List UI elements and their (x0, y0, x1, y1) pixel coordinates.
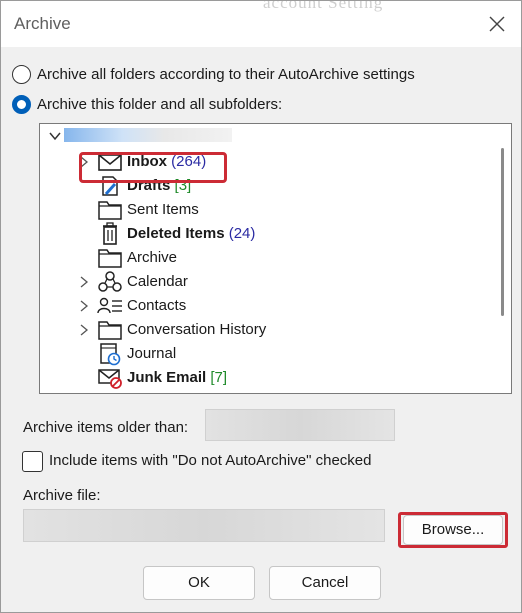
archive-file-path-field[interactable] (23, 509, 385, 542)
tree-item-calendar[interactable]: Calendar (40, 270, 500, 294)
tree-item-label: Deleted Items (24) (127, 225, 256, 242)
include-do-not-autoarchive-checkbox[interactable] (22, 451, 43, 472)
browse-button[interactable]: Browse... (403, 515, 503, 545)
close-icon (489, 16, 505, 32)
chevron-down-icon[interactable] (48, 129, 62, 143)
tree-item-contacts[interactable]: Contacts (40, 294, 500, 318)
folder-icon (98, 201, 122, 220)
chevron-right-icon[interactable] (78, 323, 90, 337)
folder-icon (98, 321, 122, 340)
calendar-icon (98, 271, 122, 292)
cancel-button[interactable]: Cancel (269, 566, 381, 600)
chevron-right-icon[interactable] (78, 299, 90, 313)
contacts-icon (97, 297, 122, 314)
account-name-redacted (64, 128, 232, 142)
dialog-title: Archive (14, 14, 71, 33)
tree-item-deleted-items[interactable]: Deleted Items (24) (40, 222, 500, 246)
tree-item-conversation-history[interactable]: Conversation History (40, 318, 500, 342)
trash-icon (103, 222, 117, 245)
archive-file-label: Archive file: (23, 487, 101, 504)
tree-item-journal[interactable]: Journal (40, 342, 500, 366)
archive-all-option[interactable]: Archive all folders according to their A… (12, 65, 415, 84)
tree-item-sent-items[interactable]: Sent Items (40, 198, 500, 222)
draft-pencil-icon (102, 176, 118, 196)
tree-item-inbox[interactable]: Inbox (264) (40, 150, 500, 174)
archive-all-label: Archive all folders according to their A… (37, 66, 415, 83)
close-button[interactable] (483, 10, 511, 38)
tree-item-label: Journal (127, 345, 177, 362)
tree-item-label: Drafts [3] (127, 177, 192, 194)
archive-older-label: Archive items older than: (23, 419, 189, 436)
folder-tree[interactable]: Inbox (264) Drafts [3] Sent Items Delete… (39, 123, 512, 394)
include-do-not-autoarchive-label: Include items with "Do not AutoArchive" … (49, 452, 372, 469)
tree-root-account[interactable] (48, 126, 62, 146)
envelope-icon (98, 154, 122, 171)
archive-dialog: account Setting Archive Archive all fold… (0, 0, 522, 613)
tree-item-label: Archive (127, 249, 178, 266)
archive-folder-option[interactable]: Archive this folder and all subfolders: (12, 95, 282, 114)
tree-item-label: Sent Items (127, 201, 199, 218)
tree-item-drafts[interactable]: Drafts [3] (40, 174, 500, 198)
tree-item-label: Conversation History (127, 321, 267, 338)
junk-email-icon (98, 369, 122, 389)
archive-folder-radio[interactable] (12, 95, 31, 114)
tree-item-junk-email[interactable]: Junk Email [7] (40, 366, 500, 390)
archive-older-date-field[interactable] (205, 409, 395, 441)
folder-icon (98, 249, 122, 268)
title-bar: account Setting Archive (1, 1, 521, 47)
journal-icon (100, 343, 121, 366)
archive-folder-label: Archive this folder and all subfolders: (37, 96, 283, 113)
chevron-right-icon[interactable] (78, 275, 90, 289)
tree-item-archive[interactable]: Archive (40, 246, 500, 270)
chevron-right-icon[interactable] (78, 155, 90, 169)
tree-item-label: Inbox (264) (127, 153, 207, 170)
tree-item-label: Junk Email [7] (127, 369, 228, 386)
tree-item-label: Calendar (127, 273, 188, 290)
tree-scrollbar[interactable] (501, 148, 504, 316)
tree-item-label: Contacts (127, 297, 187, 314)
ok-button[interactable]: OK (143, 566, 255, 600)
background-window-text: account Setting (263, 0, 384, 12)
archive-all-radio[interactable] (12, 65, 31, 84)
